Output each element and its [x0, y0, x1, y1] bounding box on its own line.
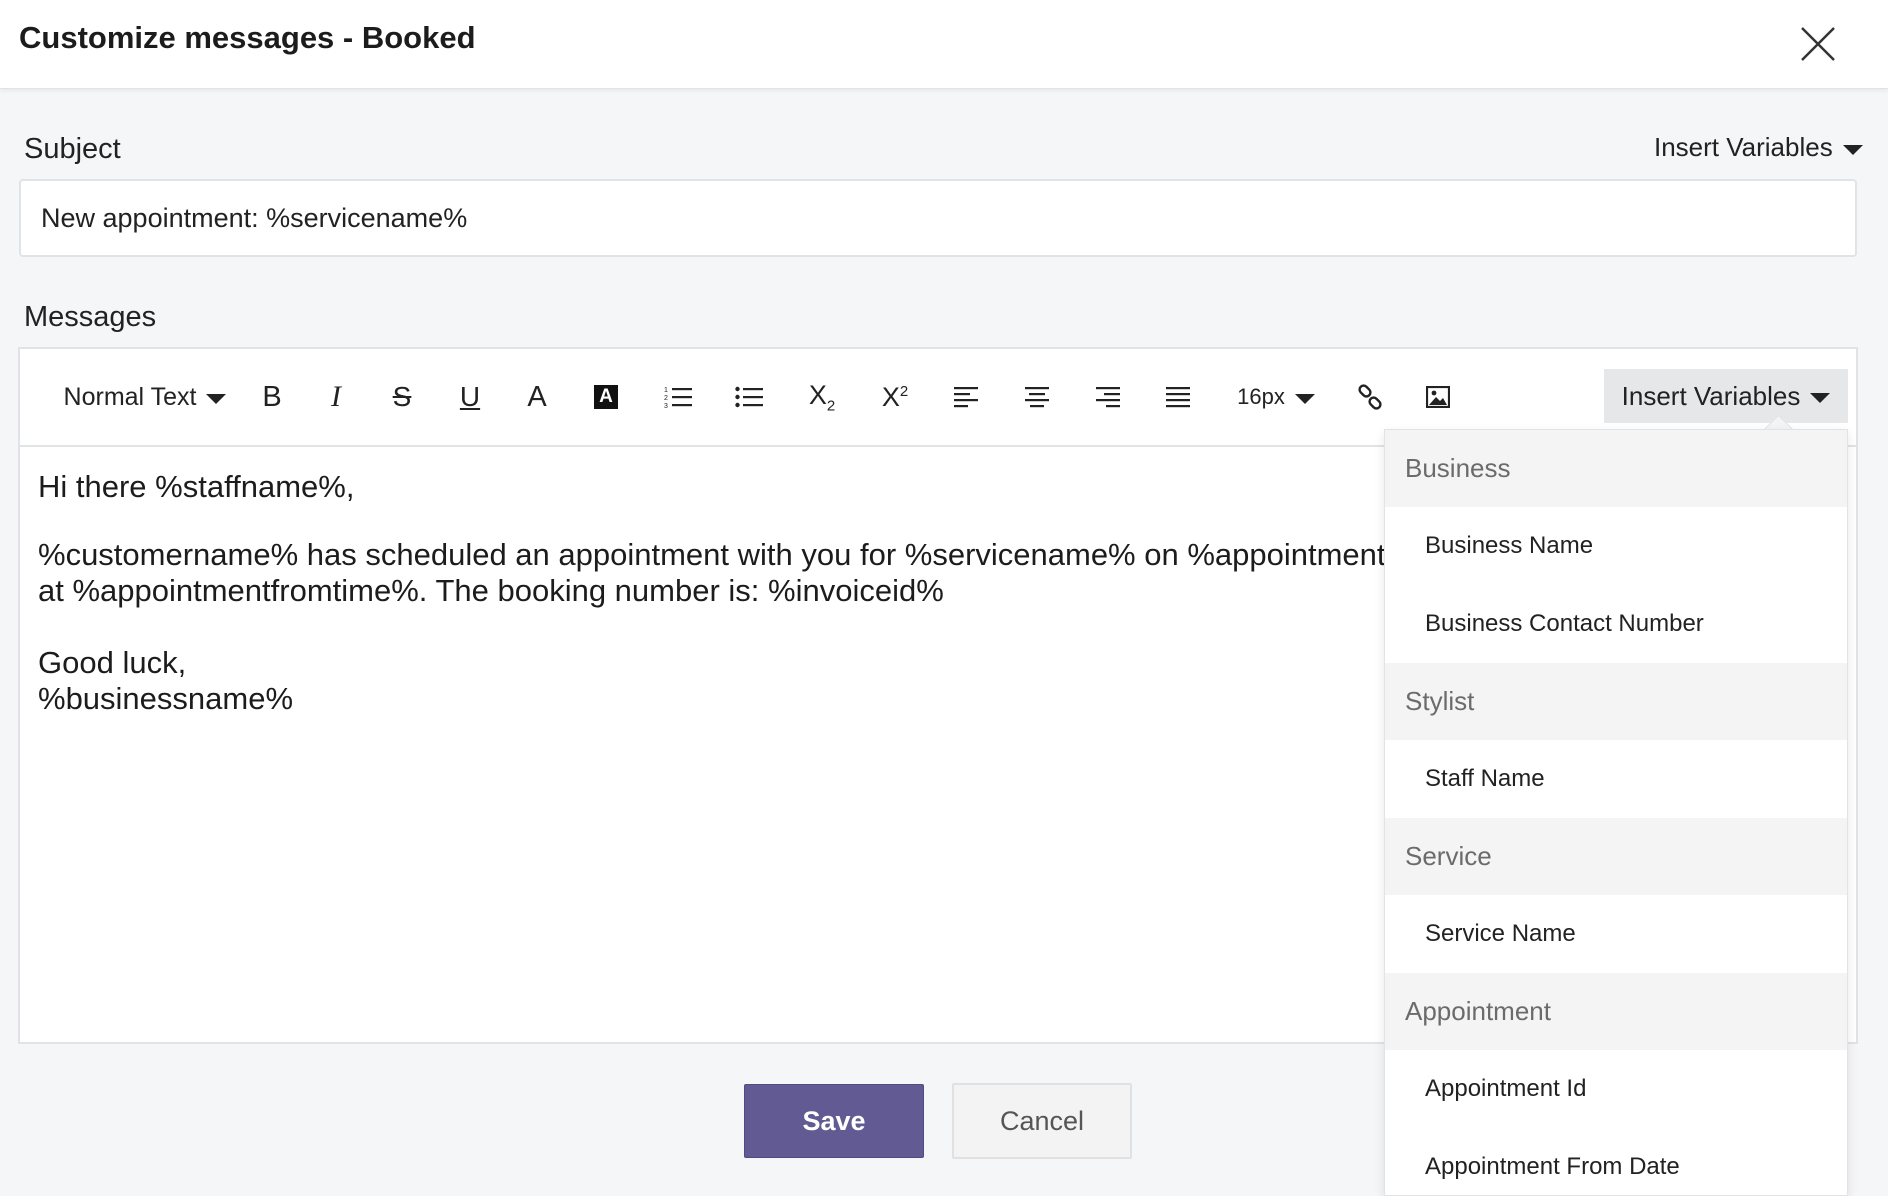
strikethrough-icon: S [392, 381, 412, 412]
text-style-dropdown[interactable]: Normal Text [50, 349, 240, 445]
menu-item-business-name[interactable]: Business Name [1385, 507, 1847, 585]
image-icon [1426, 386, 1450, 408]
underline-button[interactable]: U [450, 349, 490, 445]
italic-icon: I [331, 380, 341, 413]
menu-group-stylist: Stylist [1385, 663, 1847, 740]
message-line: at %appointmentfromtime%. The booking nu… [38, 573, 944, 608]
bold-icon: B [262, 380, 282, 413]
editor-insert-variables-dropdown[interactable]: Insert Variables [1604, 369, 1848, 423]
align-justify-icon [1166, 387, 1190, 408]
subscript-icon: X2 [808, 379, 836, 415]
editor-insert-variables-label: Insert Variables [1621, 380, 1801, 411]
caret-down-icon [1810, 393, 1831, 403]
menu-item-appointment-id[interactable]: Appointment Id [1385, 1050, 1847, 1128]
subject-input[interactable] [19, 179, 1857, 257]
dialog-title: Customize messages - Booked [19, 20, 476, 55]
svg-text:3: 3 [664, 403, 668, 409]
menu-item-staff-name[interactable]: Staff Name [1385, 740, 1847, 818]
align-center-icon [1025, 387, 1049, 408]
align-right-button[interactable] [1088, 349, 1128, 445]
bold-button[interactable]: B [252, 349, 292, 445]
subject-insert-variables-dropdown[interactable]: Insert Variables [1654, 132, 1863, 163]
font-size-label: 16px [1237, 384, 1285, 409]
align-left-icon [954, 387, 978, 408]
font-size-dropdown[interactable]: 16px [1236, 349, 1316, 445]
link-icon [1358, 384, 1382, 410]
caret-down-icon [1294, 394, 1315, 404]
message-line: Hi there %staffname%, [38, 469, 355, 504]
italic-button[interactable]: I [316, 349, 356, 445]
dialog-header: Customize messages - Booked [0, 0, 1888, 89]
subject-label: Subject [24, 133, 121, 165]
ordered-list-icon: 1 2 3 [664, 387, 692, 409]
text-style-label: Normal Text [63, 382, 197, 411]
bullet-list-icon [735, 386, 763, 408]
save-button[interactable]: Save [744, 1084, 924, 1158]
align-left-button[interactable] [946, 349, 986, 445]
menu-item-service-name[interactable]: Service Name [1385, 895, 1847, 973]
font-color-button[interactable]: A [517, 349, 557, 445]
close-icon[interactable] [1796, 22, 1840, 66]
subject-insert-variables-label: Insert Variables [1654, 132, 1833, 162]
menu-group-service: Service [1385, 818, 1847, 895]
message-body[interactable]: Hi there %staffname%, %customername% has… [38, 469, 1535, 717]
message-line: %customername% has scheduled an appointm… [38, 537, 1536, 572]
messages-label: Messages [24, 301, 157, 333]
align-center-button[interactable] [1017, 349, 1057, 445]
menu-item-business-contact-number[interactable]: Business Contact Number [1385, 585, 1847, 663]
underline-icon: U [459, 381, 481, 412]
align-right-icon [1096, 387, 1120, 408]
message-line: %businessname% [38, 681, 294, 716]
highlight-icon: A [594, 385, 618, 409]
caret-down-icon [206, 394, 227, 404]
menu-item-appointment-from-date[interactable]: Appointment From Date [1385, 1128, 1847, 1195]
highlight-button[interactable]: A [586, 349, 626, 445]
strikethrough-button[interactable]: S [382, 349, 422, 445]
font-color-icon: A [527, 380, 547, 413]
justify-button[interactable] [1158, 349, 1198, 445]
svg-text:1: 1 [664, 387, 668, 394]
message-line: Good luck, [38, 645, 187, 680]
svg-text:2: 2 [664, 395, 668, 402]
menu-group-appointment: Appointment [1385, 973, 1847, 1050]
menu-group-business: Business [1385, 430, 1847, 507]
superscript-icon: X2 [881, 381, 909, 412]
insert-variables-menu: Business Business Name Business Contact … [1384, 429, 1848, 1196]
caret-down-icon [1842, 144, 1863, 155]
ordered-list-button[interactable]: 1 2 3 [658, 349, 698, 445]
superscript-button[interactable]: X2 [875, 349, 915, 445]
bullet-list-button[interactable] [729, 349, 769, 445]
cancel-button[interactable]: Cancel [952, 1083, 1132, 1159]
subscript-button[interactable]: X2 [802, 349, 842, 445]
